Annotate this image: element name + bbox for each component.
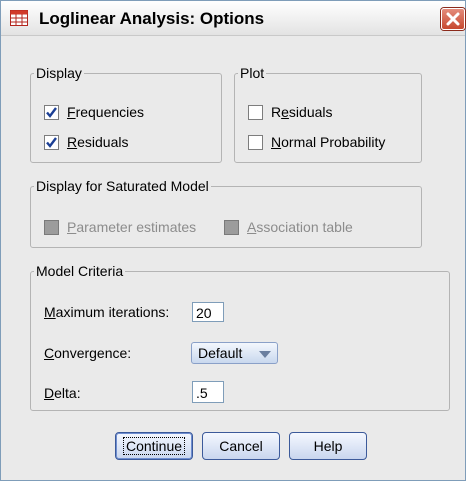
parameter-estimates-label: Parameter estimates [67,219,197,235]
normal-probability-label: Normal Probability [271,134,386,150]
check-icon [44,104,59,120]
normal-probability-checkbox[interactable]: Normal Probability [248,134,385,150]
frequencies-label: Frequencies [67,104,145,120]
display-residuals-checkbox[interactable]: Residuals [44,134,129,150]
parameter-estimates-checkbox[interactable]: Parameter estimates [44,219,196,235]
normal-probability-box [248,134,263,150]
max-iterations-input[interactable]: 20 [192,302,224,322]
convergence-label: Convergence: [44,345,132,361]
saturated-legend: Display for Saturated Model [34,178,211,194]
association-table-checkbox[interactable]: Association table [224,219,353,235]
plot-residuals-box [248,104,263,120]
display-group: Display Frequencies Residuals [30,65,222,163]
close-button[interactable] [441,8,465,30]
delta-input[interactable]: .5 [192,381,224,403]
association-table-label: Association table [247,219,353,235]
model-criteria-legend: Model Criteria [34,263,126,279]
association-table-box [224,219,239,235]
window-title: Loglinear Analysis: Options [39,9,265,28]
close-icon [446,12,460,26]
delta-label: Delta: [44,385,81,401]
continue-button[interactable]: Continue [115,432,193,460]
display-residuals-label: Residuals [67,134,129,150]
plot-legend: Plot [238,65,267,81]
convergence-value: Default [198,345,243,361]
check-icon [44,134,59,150]
cancel-button[interactable]: Cancel [202,432,280,460]
frequencies-checkbox[interactable]: Frequencies [44,104,144,120]
plot-residuals-checkbox[interactable]: Residuals [248,104,333,120]
plot-residuals-label: Residuals [271,104,333,120]
display-legend: Display [34,65,84,81]
max-iterations-label: Maximum iterations: [44,304,170,320]
table-icon [10,10,28,26]
model-criteria-group: Model Criteria Maximum iterations: 20 Co… [30,263,450,411]
options-dialog: Loglinear Analysis: Options Display Freq… [0,0,466,481]
continue-label: Continue [122,437,186,455]
saturated-model-group: Display for Saturated Model Parameter es… [30,178,422,248]
convergence-select[interactable]: Default [191,342,278,364]
parameter-estimates-box [44,219,59,235]
title-bar[interactable]: Loglinear Analysis: Options [1,1,465,36]
help-button[interactable]: Help [289,432,367,460]
plot-group: Plot Residuals Normal Probability [234,65,422,163]
chevron-down-icon [259,351,271,358]
